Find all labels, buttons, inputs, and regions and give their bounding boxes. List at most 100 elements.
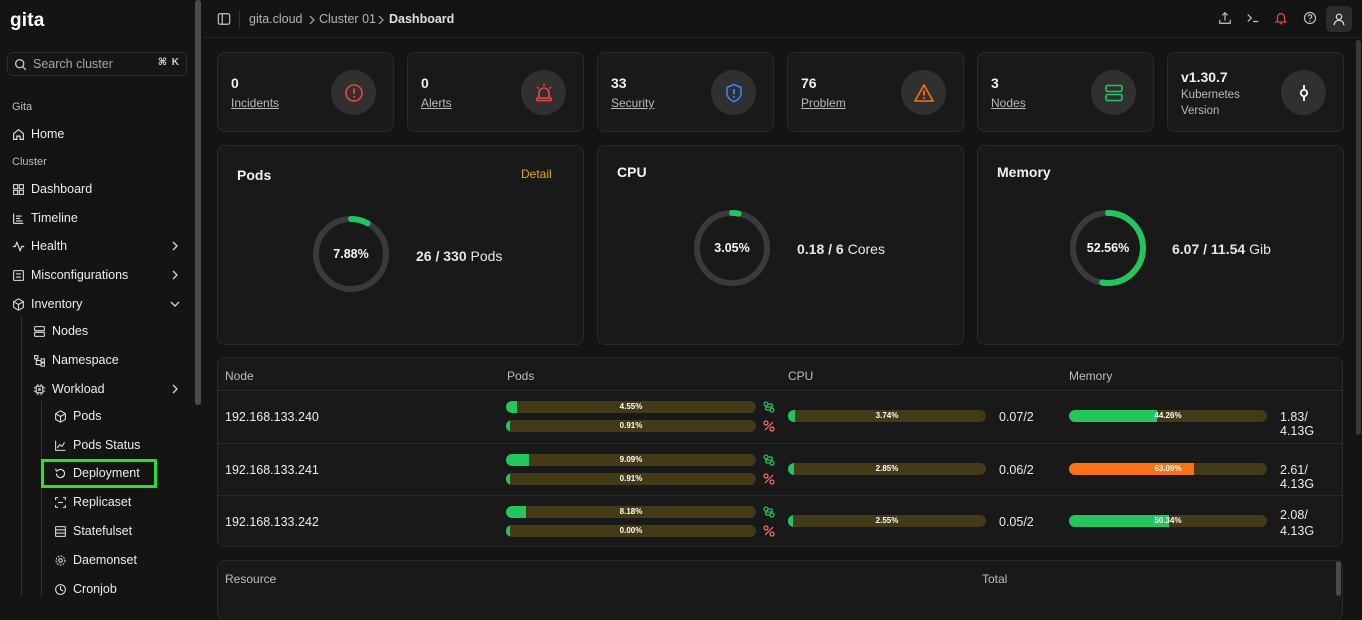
clock-icon xyxy=(55,583,66,595)
cpu-donut: 3.05% xyxy=(692,208,772,288)
sidebar-item-home[interactable]: Home xyxy=(12,124,64,144)
stat-value: v1.30.7 xyxy=(1181,69,1228,85)
sidebar-item-health[interactable]: Health xyxy=(12,236,67,256)
bar-label: 44.26% xyxy=(1154,411,1182,420)
sidebar-item-inventory[interactable]: Inventory xyxy=(12,294,82,314)
misconfig-icon xyxy=(13,269,24,281)
chevron-right-icon[interactable] xyxy=(171,384,179,394)
sidebar-item-label: Workload xyxy=(52,382,105,396)
stat-icon-wrap xyxy=(901,70,946,115)
gauge-usage: 6.07 / 11.54 Gib xyxy=(1172,241,1271,257)
node-ip: 192.168.133.242 xyxy=(225,515,319,529)
stat-icon-wrap xyxy=(1281,70,1326,115)
namespace-icon xyxy=(34,354,45,367)
row-divider xyxy=(218,390,1342,391)
breadcrumb-cluster[interactable]: Cluster 01 xyxy=(319,12,376,26)
nodes-table: Node Pods CPU Memory 192.168.133.240 4.5… xyxy=(217,357,1343,547)
bell-icon[interactable] xyxy=(1274,11,1288,25)
git-commit-icon xyxy=(1299,84,1308,101)
sidebar-item-cronjob[interactable]: Cronjob xyxy=(54,579,117,599)
stat-link-nodes[interactable]: Nodes xyxy=(991,96,1026,110)
pods-running-bar: 8.18% xyxy=(506,506,756,518)
gauge-unit: Gib xyxy=(1249,241,1271,257)
row-divider xyxy=(218,495,1342,496)
cpu-gauge-card: CPU 3.05% 0.18 / 6 Cores xyxy=(597,145,964,345)
bar-label: 0.91% xyxy=(619,474,643,483)
home-icon xyxy=(13,128,24,140)
stat-link-incidents[interactable]: Incidents xyxy=(231,96,279,110)
stat-card-problem: 76 Problem xyxy=(787,52,964,132)
memory-value-line: 4.13G xyxy=(1280,524,1315,538)
sidebar-item-pods-status[interactable]: Pods Status xyxy=(54,435,140,455)
sidebar-item-label: Home xyxy=(31,127,65,141)
running-pods-icon xyxy=(763,506,775,518)
column-header-node: Node xyxy=(225,369,254,383)
gear-icon xyxy=(55,555,66,565)
pods-detail-link[interactable]: Detail xyxy=(521,167,552,181)
sidebar-item-statefulset[interactable]: Statefulset xyxy=(54,521,132,541)
user-avatar-button[interactable] xyxy=(1326,6,1352,32)
sidebar-item-label: Misconfigurations xyxy=(31,268,129,282)
search-input[interactable]: Search cluster ⌘ K xyxy=(7,52,187,76)
sidebar-item-timeline[interactable]: Timeline xyxy=(12,208,78,228)
section-cluster: Cluster xyxy=(12,156,47,168)
stat-value: 33 xyxy=(611,75,627,91)
sidebar-scrollbar[interactable] xyxy=(195,0,201,405)
tree-line xyxy=(21,316,22,596)
bar-label: 0.91% xyxy=(619,421,643,430)
pods-failed-bar: 0.00% xyxy=(506,525,756,537)
sidebar-item-namespace[interactable]: Namespace xyxy=(33,350,119,370)
sidebar-item-label: Cronjob xyxy=(73,582,117,596)
chevron-right-icon[interactable] xyxy=(171,270,179,280)
sidebar-item-dashboard[interactable]: Dashboard xyxy=(12,179,92,199)
sidebar-item-label: Pods Status xyxy=(73,438,141,452)
memory-value: 2.61/ 4.13G xyxy=(1280,463,1315,491)
cpu-bar: 2.55% xyxy=(788,515,986,527)
deployment-highlight xyxy=(41,459,157,488)
node-ip: 192.168.133.241 xyxy=(225,463,319,477)
resource-table-scrollbar[interactable] xyxy=(1336,561,1341,596)
stat-link-security[interactable]: Security xyxy=(611,96,654,110)
sidebar-item-label: Health xyxy=(31,239,68,253)
chevron-down-icon[interactable] xyxy=(170,300,180,308)
chevron-right-icon xyxy=(309,15,315,25)
chevron-right-icon[interactable] xyxy=(171,241,179,251)
column-header-resource: Resource xyxy=(225,572,277,586)
bar-label: 0.00% xyxy=(619,526,643,535)
pods-gauge-card: Pods Detail 7.88% 26 / 330 Pods xyxy=(217,145,584,345)
bar-label: 8.18% xyxy=(619,507,643,516)
sidebar: gita Search cluster ⌘ K Gita Home Cluste… xyxy=(0,0,204,596)
sidebar-toggle-icon[interactable] xyxy=(217,12,231,26)
sidebar-item-replicaset[interactable]: Replicaset xyxy=(54,492,131,512)
pods-running-bar: 9.09% xyxy=(506,454,756,466)
terminal-icon[interactable] xyxy=(1246,11,1260,25)
gauge-percent: 3.05% xyxy=(714,241,750,255)
memory-bar: 50.34% xyxy=(1069,515,1267,527)
stat-link-problem[interactable]: Problem xyxy=(801,96,846,110)
stat-link-alerts[interactable]: Alerts xyxy=(421,96,452,110)
upload-icon[interactable] xyxy=(1218,11,1232,25)
search-shortcut: ⌘ K xyxy=(157,57,180,68)
chart-icon xyxy=(55,440,66,451)
sidebar-item-workload[interactable]: Workload xyxy=(33,379,105,399)
sidebar-item-pods[interactable]: Pods xyxy=(54,406,102,426)
gauge-used: 6.07 / 11.54 xyxy=(1172,241,1246,257)
sidebar-item-label: Statefulset xyxy=(73,524,133,538)
failed-pods-icon xyxy=(763,525,775,537)
running-pods-icon xyxy=(763,401,775,413)
pods-donut: 7.88% xyxy=(311,214,391,294)
help-icon[interactable] xyxy=(1303,11,1317,25)
gita-logo[interactable]: gita xyxy=(10,10,45,32)
activity-icon xyxy=(12,240,25,252)
column-header-memory: Memory xyxy=(1069,369,1113,383)
sidebar-item-misconfigurations[interactable]: Misconfigurations xyxy=(12,265,128,285)
tree-line xyxy=(41,401,42,596)
column-header-total: Total xyxy=(982,572,1008,586)
stat-icon-wrap xyxy=(1091,70,1136,115)
sidebar-item-nodes[interactable]: Nodes xyxy=(33,321,88,341)
main-scrollbar[interactable] xyxy=(1356,40,1361,435)
user-icon xyxy=(1333,13,1345,26)
breadcrumb-root[interactable]: gita.cloud xyxy=(249,12,303,26)
chevron-right-icon xyxy=(378,15,384,25)
sidebar-item-daemonset[interactable]: Daemonset xyxy=(54,550,137,570)
